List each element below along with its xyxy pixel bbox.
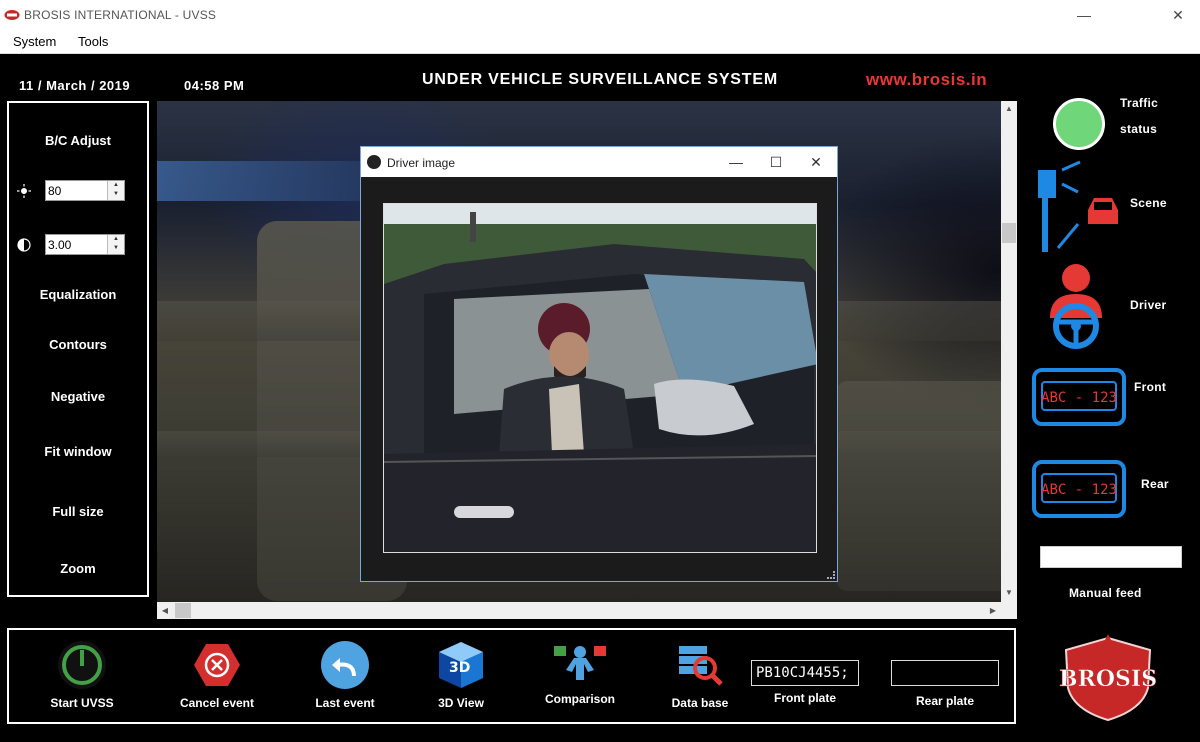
rear-plate-icon-text: ABC - 123 xyxy=(1041,482,1117,498)
menu-tools[interactable]: Tools xyxy=(78,34,108,49)
main-area: 11 / March / 2019 04:58 PM UNDER VEHICLE… xyxy=(0,54,1200,742)
dialog-maximize-button[interactable]: ☐ xyxy=(761,151,791,173)
scroll-down-icon[interactable]: ▼ xyxy=(1001,585,1017,601)
front-plate-icon[interactable]: ABC - 123 xyxy=(1032,368,1126,426)
rear-plate-field[interactable] xyxy=(891,660,999,686)
cube-3d-icon: 3D xyxy=(439,642,483,688)
website-link[interactable]: www.brosis.in xyxy=(866,70,987,90)
spin-up-icon[interactable]: ▲ xyxy=(108,235,124,244)
comparison-button[interactable]: Comparison xyxy=(533,640,627,716)
dialog-title-bar[interactable]: Driver image — ☐ ✕ xyxy=(361,147,837,177)
vertical-scrollbar[interactable]: ▲ ▼ xyxy=(1001,101,1017,619)
app-logo-icon xyxy=(4,10,20,20)
driver-photo xyxy=(383,203,817,553)
cancel-event-button[interactable]: Cancel event xyxy=(169,640,265,716)
traffic-status-label-line2: status xyxy=(1120,122,1158,136)
title-bar: BROSIS INTERNATIONAL - UVSS — ✕ xyxy=(0,0,1200,30)
start-uvss-label: Start UVSS xyxy=(50,696,114,710)
date-display: 11 / March / 2019 xyxy=(19,78,131,93)
dialog-title: Driver image xyxy=(387,156,456,170)
equalization-button[interactable]: Equalization xyxy=(9,287,147,302)
scene-label: Scene xyxy=(1130,196,1167,210)
close-button[interactable]: ✕ xyxy=(1158,4,1198,26)
database-search-icon xyxy=(679,646,723,686)
undo-icon xyxy=(321,641,369,689)
sun-icon xyxy=(17,184,31,198)
manual-feed-input[interactable] xyxy=(1040,546,1182,568)
scroll-right-icon[interactable]: ▶ xyxy=(985,602,1001,619)
contrast-stepper[interactable]: 3.00 ▲ ▼ xyxy=(15,234,141,256)
scroll-thumb[interactable] xyxy=(1002,223,1016,243)
full-size-button[interactable]: Full size xyxy=(9,504,147,519)
last-event-label: Last event xyxy=(315,696,375,710)
driver-icon[interactable] xyxy=(1044,260,1108,350)
brosis-logo: BROSIS xyxy=(1059,634,1157,722)
svg-text:3D: 3D xyxy=(449,660,470,676)
menu-bar: System Tools xyxy=(0,30,1200,54)
resize-grip-icon[interactable] xyxy=(827,571,835,579)
scene-camera-icon[interactable] xyxy=(1034,158,1124,254)
comparison-icon xyxy=(554,646,606,680)
3d-view-button[interactable]: 3D 3D View xyxy=(423,640,499,716)
dialog-minimize-button[interactable]: — xyxy=(721,151,751,173)
negative-button[interactable]: Negative xyxy=(9,389,147,404)
brightness-stepper[interactable]: 80 ▲ ▼ xyxy=(15,180,141,202)
rear-plate-label: Rear plate xyxy=(915,694,975,708)
control-bar: Start UVSS Cancel event Last event 3D 3D… xyxy=(7,628,1016,724)
start-uvss-button[interactable]: Start UVSS xyxy=(39,640,125,716)
driver-label: Driver xyxy=(1130,298,1167,312)
front-plate-label: Front plate xyxy=(774,691,836,705)
comparison-label: Comparison xyxy=(544,692,615,706)
driver-image-dialog: Driver image — ☐ ✕ xyxy=(360,146,838,582)
contrast-icon xyxy=(17,238,31,252)
front-label: Front xyxy=(1134,380,1167,394)
spin-down-icon[interactable]: ▼ xyxy=(108,244,124,253)
dialog-app-icon xyxy=(367,155,381,169)
scroll-up-icon[interactable]: ▲ xyxy=(1001,101,1017,117)
system-title: UNDER VEHICLE SURVEILLANCE SYSTEM xyxy=(422,71,778,88)
traffic-status-label-line1: Traffic xyxy=(1120,96,1159,110)
dialog-close-button[interactable]: ✕ xyxy=(801,151,831,173)
scroll-left-icon[interactable]: ◀ xyxy=(157,602,173,619)
rear-label: Rear xyxy=(1141,477,1169,491)
image-shape xyxy=(837,381,1017,591)
horizontal-scrollbar[interactable]: ◀ ▶ xyxy=(157,602,1001,619)
zoom-button[interactable]: Zoom xyxy=(9,561,147,576)
scroll-thumb[interactable] xyxy=(175,603,191,618)
spin-down-icon[interactable]: ▼ xyxy=(108,190,124,199)
power-icon xyxy=(58,641,106,689)
window-title: BROSIS INTERNATIONAL - UVSS xyxy=(24,8,217,22)
time-display: 04:58 PM xyxy=(184,78,245,93)
manual-feed-label: Manual feed xyxy=(1069,586,1142,600)
rear-plate-icon[interactable]: ABC - 123 xyxy=(1032,460,1126,518)
data-base-label: Data base xyxy=(671,696,729,710)
bc-adjust-label: B/C Adjust xyxy=(45,133,111,148)
spin-up-icon[interactable]: ▲ xyxy=(108,181,124,190)
contrast-arrows[interactable]: ▲ ▼ xyxy=(107,235,124,254)
brightness-arrows[interactable]: ▲ ▼ xyxy=(107,181,124,200)
cancel-icon xyxy=(194,644,240,686)
image-tools-panel: B/C Adjust 80 ▲ ▼ 3.00 ▲ ▼ Equalization … xyxy=(7,101,149,597)
brosis-logo-text: BROSIS xyxy=(1059,666,1157,692)
last-event-button[interactable]: Last event xyxy=(302,640,388,716)
driver-photo-illustration xyxy=(384,204,816,552)
contours-button[interactable]: Contours xyxy=(9,337,147,352)
fit-window-button[interactable]: Fit window xyxy=(9,444,147,459)
front-plate-icon-text: ABC - 123 xyxy=(1041,390,1117,406)
cancel-event-label: Cancel event xyxy=(179,696,255,710)
minimize-button[interactable]: — xyxy=(1064,4,1104,26)
3d-view-label: 3D View xyxy=(438,696,484,710)
data-base-button[interactable]: Data base xyxy=(659,640,741,716)
traffic-status-light xyxy=(1053,98,1105,150)
front-plate-field[interactable]: PB10CJ4455; xyxy=(751,660,859,686)
menu-system[interactable]: System xyxy=(13,34,56,49)
